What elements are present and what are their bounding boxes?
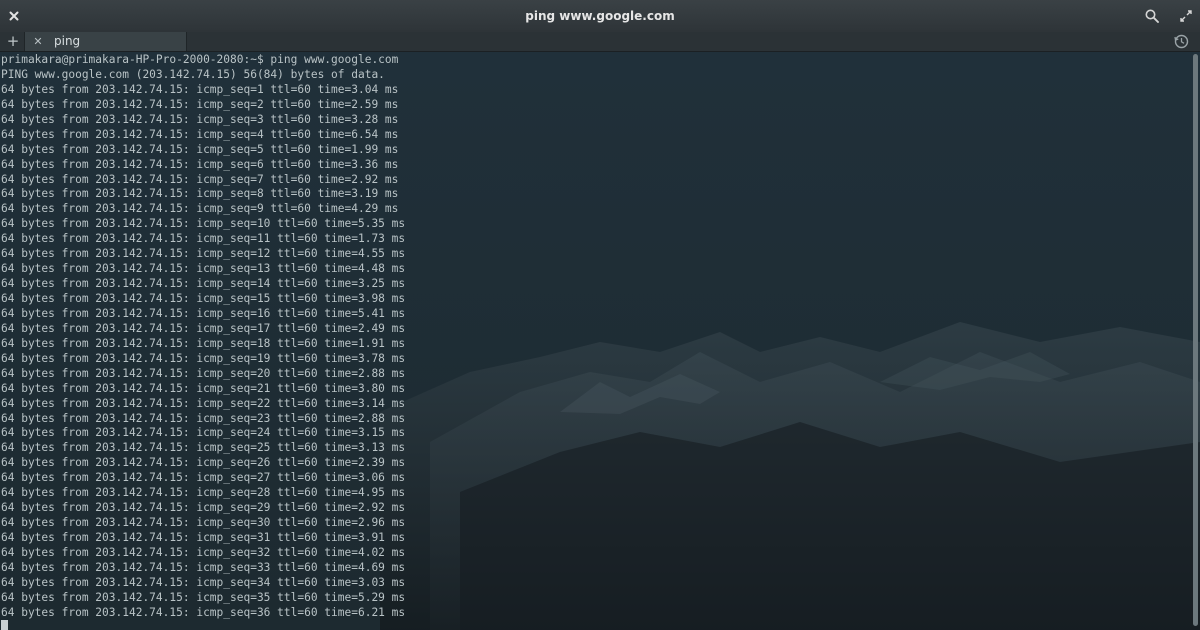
ping-reply-line: 64 bytes from 203.142.74.15: icmp_seq=7 …: [1, 172, 399, 186]
ping-reply-line: 64 bytes from 203.142.74.15: icmp_seq=23…: [1, 411, 406, 425]
search-icon: [1145, 9, 1159, 23]
tab-bar: + ✕ ping www.google.com: [0, 32, 1200, 67]
terminal-output: primakara@primakara-HP-Pro-2000-2080:~$ …: [1, 53, 1188, 630]
new-tab-button[interactable]: +: [4, 32, 22, 51]
title-bar: ping www.google.com: [0, 0, 1200, 33]
ping-reply-line: 64 bytes from 203.142.74.15: icmp_seq=27…: [1, 471, 406, 485]
ping-reply-line: 64 bytes from 203.142.74.15: icmp_seq=5 …: [1, 142, 399, 156]
maximize-icon: [1180, 10, 1192, 22]
ping-reply-line: 64 bytes from 203.142.74.15: icmp_seq=32…: [1, 545, 406, 559]
ping-reply-line: 64 bytes from 203.142.74.15: icmp_seq=11…: [1, 232, 406, 246]
ping-reply-line: 64 bytes from 203.142.74.15: icmp_seq=9 …: [1, 202, 399, 216]
history-button[interactable]: [1173, 33, 1190, 50]
ping-reply-line: 64 bytes from 203.142.74.15: icmp_seq=13…: [1, 262, 406, 276]
ping-reply-line: 64 bytes from 203.142.74.15: icmp_seq=8 …: [1, 187, 399, 201]
text-cursor: [1, 620, 8, 630]
ping-reply-line: 64 bytes from 203.142.74.15: icmp_seq=30…: [1, 516, 406, 530]
scrollbar-thumb[interactable]: [1193, 54, 1198, 626]
ping-reply-line: 64 bytes from 203.142.74.15: icmp_seq=18…: [1, 336, 406, 350]
ping-reply-line: 64 bytes from 203.142.74.15: icmp_seq=29…: [1, 501, 406, 515]
tab-ping[interactable]: ✕ ping www.google.com: [24, 32, 187, 67]
ping-reply-line: 64 bytes from 203.142.74.15: icmp_seq=4 …: [1, 127, 399, 141]
terminal-view[interactable]: primakara@primakara-HP-Pro-2000-2080:~$ …: [0, 52, 1200, 630]
terminal-window: ping www.google.com + ✕ ping www.google.…: [0, 0, 1200, 630]
plus-icon: +: [6, 32, 20, 50]
maximize-button[interactable]: [1176, 6, 1196, 26]
ping-reply-line: 64 bytes from 203.142.74.15: icmp_seq=12…: [1, 247, 406, 261]
ping-reply-line: 64 bytes from 203.142.74.15: icmp_seq=36…: [1, 605, 406, 619]
ping-reply-line: 64 bytes from 203.142.74.15: icmp_seq=6 …: [1, 157, 399, 171]
close-icon: ✕: [33, 35, 43, 48]
ping-reply-line: 64 bytes from 203.142.74.15: icmp_seq=17…: [1, 321, 406, 335]
command-prompt-line: primakara@primakara-HP-Pro-2000-2080:~$ …: [1, 53, 399, 66]
ping-reply-line: 64 bytes from 203.142.74.15: icmp_seq=21…: [1, 381, 406, 395]
ping-reply-line: 64 bytes from 203.142.74.15: icmp_seq=16…: [1, 306, 406, 320]
ping-reply-line: 64 bytes from 203.142.74.15: icmp_seq=34…: [1, 575, 406, 589]
input-line[interactable]: [1, 620, 1188, 630]
ping-reply-line: 64 bytes from 203.142.74.15: icmp_seq=20…: [1, 366, 406, 380]
ping-header-line: PING www.google.com (203.142.74.15) 56(8…: [1, 67, 385, 81]
ping-reply-line: 64 bytes from 203.142.74.15: icmp_seq=26…: [1, 456, 406, 470]
tab-close-button[interactable]: ✕: [31, 32, 45, 51]
ping-reply-line: 64 bytes from 203.142.74.15: icmp_seq=10…: [1, 217, 406, 231]
ping-reply-line: 64 bytes from 203.142.74.15: icmp_seq=33…: [1, 560, 406, 574]
ping-reply-line: 64 bytes from 203.142.74.15: icmp_seq=3 …: [1, 112, 399, 126]
search-button[interactable]: [1142, 6, 1162, 26]
ping-reply-line: 64 bytes from 203.142.74.15: icmp_seq=28…: [1, 486, 406, 500]
ping-reply-line: 64 bytes from 203.142.74.15: icmp_seq=25…: [1, 441, 406, 455]
ping-reply-line: 64 bytes from 203.142.74.15: icmp_seq=2 …: [1, 97, 399, 111]
ping-reply-line: 64 bytes from 203.142.74.15: icmp_seq=14…: [1, 277, 406, 291]
scrollbar[interactable]: [1193, 54, 1198, 628]
ping-reply-line: 64 bytes from 203.142.74.15: icmp_seq=22…: [1, 396, 406, 410]
ping-reply-line: 64 bytes from 203.142.74.15: icmp_seq=31…: [1, 531, 406, 544]
ping-reply-line: 64 bytes from 203.142.74.15: icmp_seq=24…: [1, 426, 406, 440]
tab-label: ping www.google.com: [54, 34, 156, 67]
ping-reply-line: 64 bytes from 203.142.74.15: icmp_seq=19…: [1, 351, 406, 365]
ping-reply-line: 64 bytes from 203.142.74.15: icmp_seq=35…: [1, 590, 406, 604]
ping-reply-line: 64 bytes from 203.142.74.15: icmp_seq=15…: [1, 292, 406, 305]
history-icon: [1174, 34, 1189, 49]
window-title: ping www.google.com: [525, 9, 675, 23]
ping-reply-line: 64 bytes from 203.142.74.15: icmp_seq=1 …: [1, 82, 399, 96]
